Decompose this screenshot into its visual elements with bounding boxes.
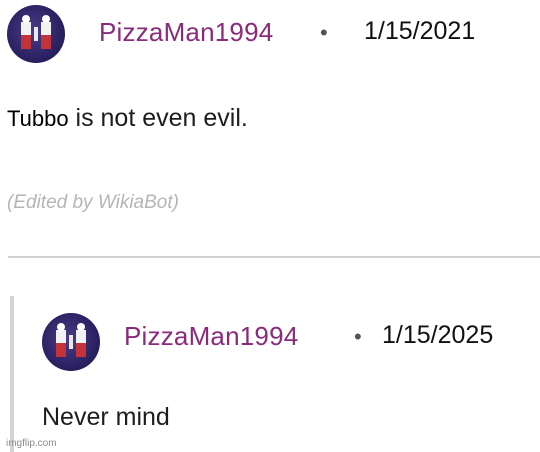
reply-user-avatar[interactable]: [42, 313, 100, 371]
reply-text: Never mind: [42, 403, 170, 431]
comment: PizzaMan1994 • 1/15/2021 Tubbo is not ev…: [0, 0, 540, 250]
reply-username[interactable]: PizzaMan1994: [124, 321, 298, 352]
watermark: imgflip.com: [6, 438, 57, 449]
reply-meta-separator: •: [354, 324, 362, 349]
edited-note: (Edited by WikiaBot): [7, 192, 179, 213]
reply-date: 1/15/2025: [382, 321, 494, 349]
comment-divider: [8, 256, 540, 258]
comment-subject: Tubbo: [7, 106, 69, 131]
comment-body: Tubbo is not even evil.: [7, 104, 248, 133]
reply-thread-line: [10, 296, 14, 452]
meta-separator: •: [320, 20, 328, 45]
comment-username[interactable]: PizzaMan1994: [99, 17, 273, 48]
avatar-art-icon: [56, 323, 86, 357]
avatar-art-icon: [21, 15, 51, 49]
comment-date: 1/15/2021: [364, 17, 476, 45]
user-avatar[interactable]: [7, 5, 65, 63]
comment-text: is not even evil.: [75, 104, 248, 132]
